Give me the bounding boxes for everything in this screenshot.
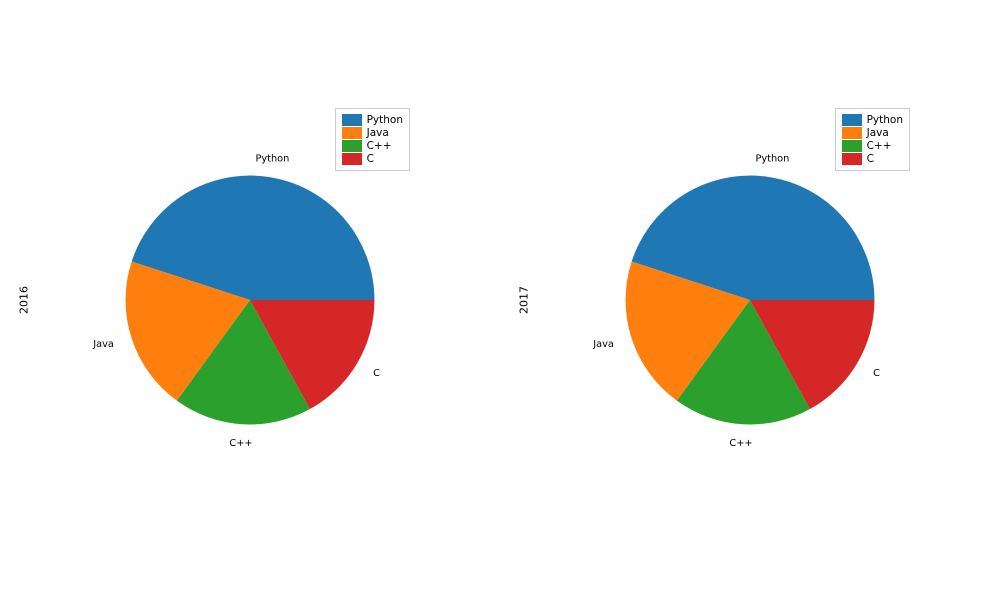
legend-item-python: Python xyxy=(842,114,903,126)
chart-ylabel-2017: 2017 xyxy=(518,286,531,314)
legend-label: Python xyxy=(367,114,403,126)
legend-label: Java xyxy=(867,127,889,139)
legend-label: Python xyxy=(867,114,903,126)
legend-label: C++ xyxy=(867,140,892,152)
legend-item-python: Python xyxy=(342,114,403,126)
legend-swatch xyxy=(842,114,862,126)
legend-item-cpp: C++ xyxy=(842,140,903,152)
legend-item-c: C xyxy=(842,153,903,165)
legend-swatch xyxy=(342,153,362,165)
slice-label-c: C xyxy=(873,368,880,379)
legend-swatch xyxy=(342,114,362,126)
legend-label: C xyxy=(867,153,874,165)
charts-container: 2016 PythonJavaC++C PythonJavaC++C 2017 … xyxy=(0,0,1000,600)
slice-label-c: C xyxy=(373,368,380,379)
legend-2017: PythonJavaC++C xyxy=(835,108,910,171)
legend-swatch xyxy=(842,127,862,139)
legend-label: C++ xyxy=(367,140,392,152)
slice-label-python: Python xyxy=(755,154,789,165)
legend-swatch xyxy=(842,140,862,152)
legend-swatch xyxy=(342,140,362,152)
slice-label-java: Java xyxy=(92,339,114,350)
slice-label-cpp: C++ xyxy=(229,438,252,449)
chart-2016: 2016 PythonJavaC++C PythonJavaC++C xyxy=(30,80,470,520)
legend-label: C xyxy=(367,153,374,165)
legend-item-cpp: C++ xyxy=(342,140,403,152)
pie-svg-2017: PythonJavaC++C xyxy=(590,140,910,460)
chart-2017: 2017 PythonJavaC++C PythonJavaC++C xyxy=(530,80,970,520)
legend-label: Java xyxy=(367,127,389,139)
legend-item-java: Java xyxy=(842,127,903,139)
legend-item-java: Java xyxy=(342,127,403,139)
legend-swatch xyxy=(842,153,862,165)
legend-item-c: C xyxy=(342,153,403,165)
legend-swatch xyxy=(342,127,362,139)
legend-2016: PythonJavaC++C xyxy=(335,108,410,171)
pie-svg-2016: PythonJavaC++C xyxy=(90,140,410,460)
chart-ylabel-2016: 2016 xyxy=(18,286,31,314)
slice-label-cpp: C++ xyxy=(729,438,752,449)
slice-label-java: Java xyxy=(592,339,614,350)
slice-label-python: Python xyxy=(255,154,289,165)
